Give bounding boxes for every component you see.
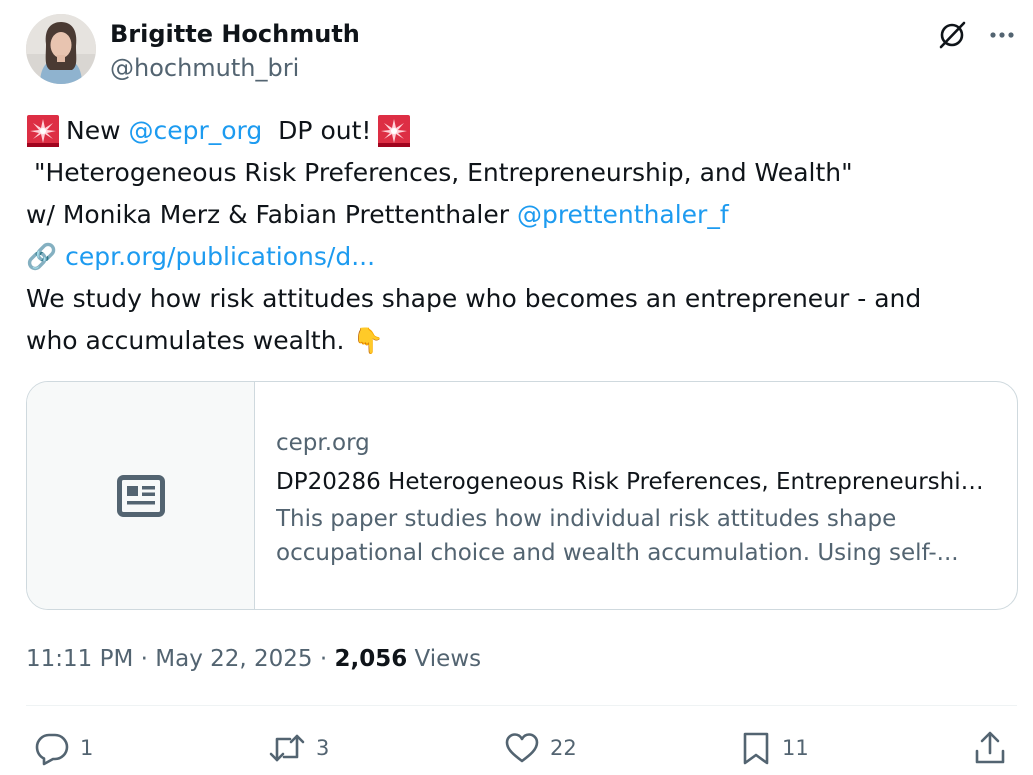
avatar[interactable]: [26, 14, 96, 84]
tweet-header: Brigitte Hochmuth @hochmuth_bri: [26, 14, 1019, 86]
mention-prettenthaler-link[interactable]: @prettenthaler_f: [517, 194, 729, 236]
repost-icon: [269, 734, 305, 762]
pointing-down-emoji-icon: 👇: [352, 326, 384, 355]
reply-icon: [35, 733, 69, 766]
grok-icon: [939, 21, 966, 49]
author-handle[interactable]: @hochmuth_bri: [110, 52, 299, 84]
tweet-date[interactable]: May 22, 2025: [155, 646, 312, 672]
siren-emoji-icon: [378, 115, 411, 147]
tweet-line-6: who accumulates wealth. 👇: [26, 320, 1016, 362]
card-domain: cepr.org: [276, 430, 370, 456]
bookmark-count: 11: [782, 736, 809, 760]
share-icon: [975, 731, 1005, 764]
tweet-line-1: New @cepr_org DP out!: [26, 110, 1016, 152]
link-emoji-icon: 🔗: [26, 242, 58, 271]
paper-title-text: "Heterogeneous Risk Preferences, Entrepr…: [26, 158, 853, 187]
tweet-line-4: 🔗 cepr.org/publications/d...: [26, 236, 1016, 278]
repost-count: 3: [316, 736, 330, 760]
bookmark-icon: [743, 732, 769, 765]
tweet-time[interactable]: 11:11 PM: [26, 646, 133, 672]
tweet-text: New @cepr_org DP out! "Heterogeneous Ris…: [26, 110, 1016, 362]
card-body: cepr.org DP20286 Heterogeneous Risk Pref…: [255, 382, 1017, 609]
reply-count: 1: [80, 736, 94, 760]
author-name[interactable]: Brigitte Hochmuth: [110, 18, 360, 50]
views-label: Views: [407, 646, 482, 672]
tweet-line-5: We study how risk attitudes shape who be…: [26, 278, 1016, 320]
more-options-button[interactable]: [985, 18, 1019, 52]
tweet-line-2: "Heterogeneous Risk Preferences, Entrepr…: [26, 152, 1016, 194]
reply-button[interactable]: 1: [34, 725, 93, 771]
grok-button[interactable]: [935, 18, 969, 52]
link-preview-card[interactable]: cepr.org DP20286 Heterogeneous Risk Pref…: [26, 381, 1018, 610]
tweet[interactable]: Brigitte Hochmuth @hochmuth_bri New @cep…: [0, 0, 1033, 775]
tweet-meta: 11:11 PM · May 22, 2025 · 2,056 Views: [26, 641, 481, 677]
share-button[interactable]: [972, 725, 1008, 771]
tweet-text-dp-out: DP out!: [278, 116, 372, 145]
coauthors-text: w/ Monika Merz & Fabian Prettenthaler: [26, 200, 509, 229]
paper-url-link[interactable]: cepr.org/publications/d...: [65, 236, 375, 278]
article-icon: [116, 474, 165, 517]
siren-emoji-icon: [27, 115, 59, 147]
card-description-line-2: occupational choice and wealth accumulat…: [276, 540, 959, 566]
heart-icon: [505, 733, 539, 763]
summary-text-1: We study how risk attitudes shape who be…: [26, 284, 922, 313]
bookmark-button[interactable]: 11: [740, 725, 809, 771]
card-description-line-1: This paper studies how individual risk a…: [276, 506, 897, 532]
action-bar: 1 3 22 11: [0, 725, 1033, 771]
like-count: 22: [550, 736, 577, 760]
meta-separator: ·: [133, 646, 156, 672]
more-dots-icon: [990, 32, 1014, 38]
summary-text-2: who accumulates wealth.: [26, 326, 345, 355]
mention-cepr-link[interactable]: @cepr_org: [128, 110, 262, 152]
repost-button[interactable]: 3: [268, 725, 329, 771]
tweet-line-3: w/ Monika Merz & Fabian Prettenthaler @p…: [26, 194, 1016, 236]
meta-separator: ·: [312, 646, 335, 672]
card-title: DP20286 Heterogeneous Risk Preferences, …: [276, 469, 997, 495]
tweet-text-new: New: [66, 116, 121, 145]
views-count: 2,056: [334, 646, 408, 672]
like-button[interactable]: 22: [504, 725, 577, 771]
divider: [26, 705, 1017, 706]
card-description: This paper studies how individual risk a…: [276, 502, 997, 570]
card-thumbnail: [27, 382, 255, 609]
